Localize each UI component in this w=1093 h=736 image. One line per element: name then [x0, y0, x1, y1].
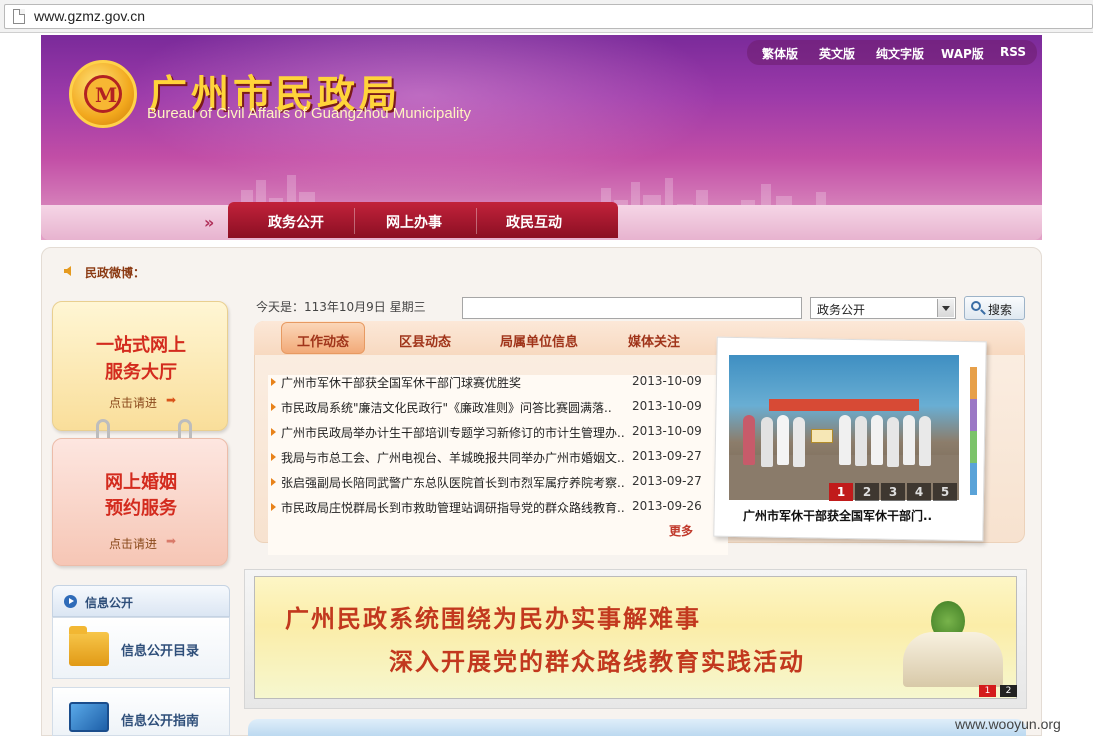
marriage-appointment-card[interactable]: 网上婚姻 预约服务 点击请进 ➡ — [52, 438, 228, 566]
weibo-label[interactable]: 民政微博： — [85, 264, 145, 281]
search-scope-value: 政务公开 — [817, 303, 866, 317]
top-links: 繁体版 英文版 纯文字版 WAP版 RSS — [747, 40, 1037, 65]
online-service-hall-card[interactable]: 一站式网上 服务大厅 点击请进 ➡ — [52, 301, 228, 431]
news-date: 2013-09-27 — [632, 449, 702, 463]
promo-page-1[interactable]: 1 — [979, 685, 996, 697]
promo-pager: 1 2 — [979, 685, 1019, 697]
list-item[interactable]: 市民政局庄悦群局长到市救助管理站调研指导党的群众路线教育.. 2013-09-2… — [271, 498, 702, 518]
slider-page-5[interactable]: 5 — [933, 483, 957, 501]
search-scope-select[interactable]: 政务公开 — [810, 297, 956, 319]
card2-enter-link[interactable]: 点击请进 — [109, 535, 157, 552]
nav-item-wangshang[interactable]: 网上办事 — [386, 212, 442, 232]
address-text[interactable]: www.gzmz.gov.cn — [34, 8, 145, 24]
slider-tab-strip — [970, 463, 977, 495]
news-date: 2013-10-09 — [632, 424, 702, 438]
book-image — [903, 632, 1003, 687]
nav-item-hudong[interactable]: 政民互动 — [506, 212, 562, 232]
tab-media-focus[interactable]: 媒体关注 — [628, 331, 680, 350]
tab-unit-info[interactable]: 局属单位信息 — [500, 331, 578, 350]
slider-tab-strip — [970, 431, 977, 463]
search-button[interactable]: 搜索 — [964, 296, 1025, 320]
more-link[interactable]: 更多 — [669, 522, 693, 539]
today-date: 今天是：113年10月9日 星期三 — [256, 300, 426, 314]
promo-banner[interactable]: 广州民政系统围绕为民办实事解难事 深入开展党的群众路线教育实践活动 — [254, 576, 1017, 699]
play-icon — [64, 595, 77, 608]
chevron-down-icon[interactable] — [937, 299, 954, 317]
link-english[interactable]: 英文版 — [819, 45, 855, 62]
promo-line1: 广州民政系统围绕为民办实事解难事 — [285, 605, 701, 633]
news-date: 2013-10-09 — [632, 399, 702, 413]
nav-item-zhengwu[interactable]: 政务公开 — [268, 212, 324, 232]
bullet-icon — [271, 378, 276, 386]
tab-district-news[interactable]: 区县动态 — [399, 331, 451, 350]
bullet-icon — [271, 478, 276, 486]
news-photo[interactable] — [729, 355, 959, 500]
news-date: 2013-09-26 — [632, 499, 702, 513]
search-input[interactable] — [462, 297, 802, 319]
civil-affairs-emblem-logo[interactable]: M — [69, 60, 137, 128]
list-item[interactable]: 广州市民政局举办计生干部培训专题学习新修订的市计生管理办.. 2013-10-0… — [271, 423, 702, 443]
news-date: 2013-09-27 — [632, 474, 702, 488]
list-item[interactable]: 我局与市总工会、广州电视台、羊城晚报共同举办广州市婚姻文.. 2013-09-2… — [271, 448, 702, 468]
browser-toolbar: www.gzmz.gov.cn — [0, 0, 1093, 33]
promo-line2: 深入开展党的群众路线教育实践活动 — [389, 648, 805, 676]
link-traditional[interactable]: 繁体版 — [762, 45, 798, 62]
list-item[interactable]: 市民政局系统"廉洁文化民政行"《廉政准则》问答比赛圆满落.. 2013-10-0… — [271, 398, 702, 418]
folder-icon — [69, 626, 109, 666]
page-icon — [13, 9, 25, 24]
search-icon — [971, 301, 981, 311]
news-date: 2013-10-09 — [632, 374, 702, 388]
slider-page-1[interactable]: 1 — [829, 483, 853, 501]
news-title[interactable]: 市民政局系统"廉洁文化民政行"《廉政准则》问答比赛圆满落.. — [281, 399, 626, 416]
link-text-only[interactable]: 纯文字版 — [876, 45, 924, 62]
site-container: M 广州市民政局 Bureau of Civil Affairs of Guan… — [41, 35, 1042, 736]
promo-page-2[interactable]: 2 — [1000, 685, 1017, 697]
main-nav: 政务公开 网上办事 政民互动 — [228, 202, 618, 238]
link-wap[interactable]: WAP版 — [941, 45, 984, 62]
monitor-icon — [69, 702, 109, 732]
address-bar[interactable]: www.gzmz.gov.cn — [4, 4, 1093, 29]
info-header-label: 信息公开 — [85, 596, 134, 610]
slider-pager: 1 2 3 4 5 — [829, 483, 959, 501]
news-title[interactable]: 广州市军休干部获全国军休干部门球赛优胜奖 — [281, 374, 626, 391]
info-disclosure-header: 信息公开 — [52, 585, 230, 617]
news-title[interactable]: 广州市民政局举办计生干部培训专题学习新修订的市计生管理办.. — [281, 424, 626, 441]
card2-line1: 网上婚姻 — [105, 472, 177, 493]
nav-arrow-icon: » — [204, 213, 215, 232]
speaker-icon — [64, 266, 71, 276]
site-subtitle: Bureau of Civil Affairs of Guangzhou Mun… — [147, 105, 472, 122]
slider-tab-strip — [970, 367, 977, 399]
watermark: www.wooyun.org — [955, 716, 1061, 732]
info-guide-link[interactable]: 信息公开指南 — [52, 687, 230, 736]
arrow-right-icon: ➡ — [166, 393, 177, 407]
slider-page-4[interactable]: 4 — [907, 483, 931, 501]
news-title[interactable]: 我局与市总工会、广州电视台、羊城晚报共同举办广州市婚姻文.. — [281, 449, 626, 466]
tab-work-news[interactable]: 工作动态 — [297, 331, 349, 350]
arrow-right-icon: ➡ — [166, 534, 177, 548]
link-rss[interactable]: RSS — [1000, 45, 1026, 59]
info-catalog-link[interactable]: 信息公开目录 — [52, 617, 230, 679]
card1-line1: 一站式网上 — [96, 335, 186, 356]
bullet-icon — [271, 428, 276, 436]
slider-page-3[interactable]: 3 — [881, 483, 905, 501]
info-guide-label: 信息公开指南 — [121, 714, 200, 729]
photo-caption[interactable]: 广州市军休干部获全国军休干部门.. — [743, 507, 958, 524]
list-item[interactable]: 张启强副局长陪同武警广东总队医院首长到市烈军属疗养院考察.. 2013-09-2… — [271, 473, 702, 493]
bullet-icon — [271, 453, 276, 461]
info-catalog-label: 信息公开目录 — [121, 644, 200, 659]
card1-enter-link[interactable]: 点击请进 — [109, 394, 157, 411]
card2-line2: 预约服务 — [105, 498, 177, 519]
search-button-label: 搜索 — [988, 303, 1013, 317]
slider-page-2[interactable]: 2 — [855, 483, 879, 501]
card1-line2: 服务大厅 — [105, 362, 177, 383]
bullet-icon — [271, 503, 276, 511]
bottom-banner-strip — [248, 719, 1026, 736]
bullet-icon — [271, 403, 276, 411]
news-title[interactable]: 张启强副局长陪同武警广东总队医院首长到市烈军属疗养院考察.. — [281, 474, 626, 491]
slider-tab-strip — [970, 399, 977, 431]
list-item[interactable]: 广州市军休干部获全国军休干部门球赛优胜奖 2013-10-09 — [271, 373, 702, 393]
news-title[interactable]: 市民政局庄悦群局长到市救助管理站调研指导党的群众路线教育.. — [281, 499, 626, 516]
